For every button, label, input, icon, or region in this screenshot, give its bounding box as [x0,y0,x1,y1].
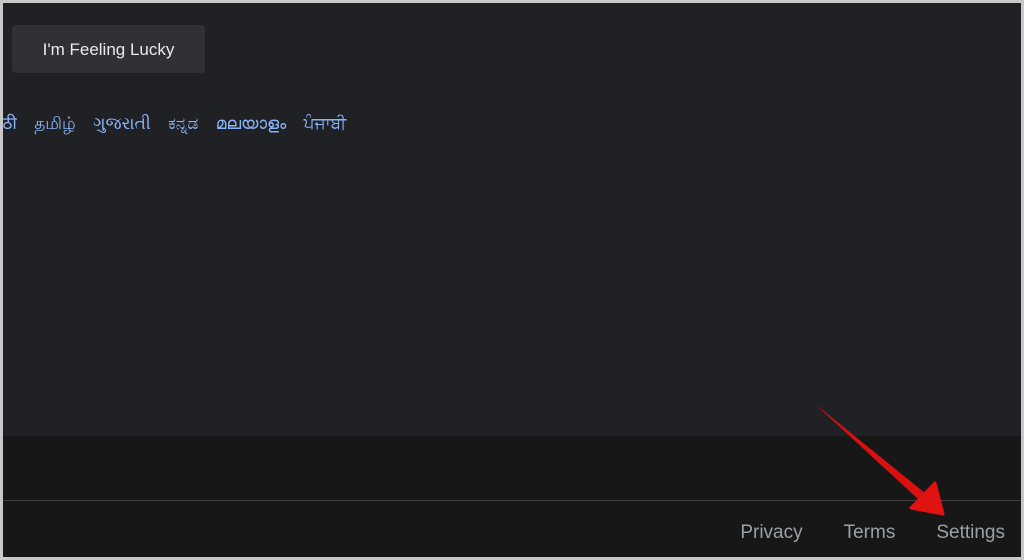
red-arrow-annotation-icon [815,404,945,516]
browser-page: I'm Feeling Lucky मराठी தமிழ் ગુજરાતી ಕನ… [3,3,1021,557]
